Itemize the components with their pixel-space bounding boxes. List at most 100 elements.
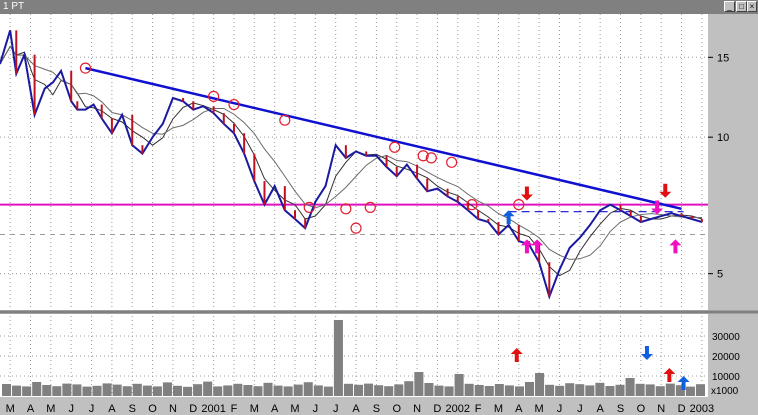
volume-bar: [152, 386, 162, 396]
volume-bar: [172, 385, 183, 396]
x-tick-label: J: [577, 403, 583, 415]
x-tick-label: J: [89, 403, 95, 415]
volume-bar: [253, 386, 263, 396]
volume-bar: [313, 385, 323, 396]
x-tick-label: S: [129, 403, 136, 415]
x-tick-label: J: [557, 403, 563, 415]
x-tick-label: J: [313, 403, 319, 415]
volume-bar: [142, 385, 152, 396]
x-tick-label: J: [68, 403, 74, 415]
x-tick-label: 2003: [690, 403, 714, 415]
volume-unit-label: x1000: [711, 386, 739, 397]
volume-bar: [52, 386, 62, 396]
volume-bar: [273, 385, 283, 396]
x-tick-label: S: [373, 403, 380, 415]
volume-bar: [655, 386, 665, 396]
volume-bar: [183, 386, 193, 396]
volume-bar: [384, 386, 394, 396]
volume-bar: [263, 382, 273, 396]
x-tick-label: D: [433, 403, 441, 415]
x-tick-label: N: [169, 403, 177, 415]
volume-bar: [575, 384, 585, 396]
volume-bar: [695, 384, 705, 396]
x-tick-label: A: [108, 403, 116, 415]
x-tick-label: 2002: [446, 403, 470, 415]
volume-bar: [82, 386, 92, 396]
volume-bar: [565, 383, 575, 396]
volume-bar: [333, 320, 343, 396]
volume-bar: [102, 383, 112, 396]
volume-bar: [524, 382, 535, 396]
volume-bar: [685, 386, 695, 396]
volume-bar: [283, 386, 293, 396]
x-tick-label: A: [352, 403, 360, 415]
volume-bar: [585, 385, 595, 396]
y-tick-label: 10: [717, 132, 729, 144]
volume-bar: [605, 386, 615, 396]
x-tick-label: A: [27, 403, 35, 415]
volume-bar: [595, 382, 605, 396]
volume-bar: [474, 385, 484, 396]
volume-bar: [92, 385, 102, 396]
volume-bar: [323, 386, 333, 396]
volume-bar: [193, 384, 203, 396]
volume-bar: [494, 384, 504, 396]
x-tick-label: J: [333, 403, 339, 415]
volume-bar: [213, 386, 223, 396]
y-tick-label: 5: [717, 269, 723, 281]
x-tick-label: F: [475, 403, 482, 415]
volume-tick-label: 10000: [712, 372, 740, 383]
volume-bar: [424, 383, 434, 396]
x-tick-label: 2001: [201, 403, 225, 415]
volume-bar: [615, 384, 625, 396]
volume-bar: [645, 384, 655, 396]
x-tick-label: O: [392, 403, 401, 415]
volume-bar: [32, 382, 42, 396]
x-tick-label: S: [617, 403, 624, 415]
volume-bar: [514, 386, 524, 396]
volume-bar: [343, 383, 353, 396]
x-tick-label: M: [6, 403, 15, 415]
volume-bar: [635, 383, 645, 396]
volume-bar: [364, 383, 374, 396]
volume-tick-label: 30000: [712, 332, 740, 343]
volume-bar: [122, 386, 132, 396]
volume-bar: [374, 385, 384, 396]
x-tick-label: D: [189, 403, 197, 415]
x-tick-label: M: [46, 403, 55, 415]
volume-bar: [434, 385, 444, 396]
x-tick-label: F: [231, 403, 238, 415]
volume-bar: [464, 383, 474, 396]
volume-bar: [132, 383, 142, 396]
volume-bar: [162, 382, 172, 396]
x-tick-label: A: [597, 403, 605, 415]
volume-tick-label: 20000: [712, 352, 740, 363]
volume-bar: [2, 384, 12, 396]
x-tick-label: A: [515, 403, 523, 415]
volume-bar: [414, 372, 424, 396]
volume-bar: [535, 373, 545, 396]
volume-bar: [404, 381, 414, 396]
volume-bar: [545, 384, 555, 396]
x-tick-label: M: [290, 403, 299, 415]
x-tick-label: M: [494, 403, 503, 415]
volume-bar: [354, 384, 364, 396]
x-tick-label: O: [637, 403, 646, 415]
price-axis-bg: [708, 14, 758, 310]
x-tick-label: O: [148, 403, 157, 415]
volume-bar: [223, 385, 233, 396]
volume-bar: [555, 385, 565, 396]
x-tick-label: N: [413, 403, 421, 415]
volume-bar: [243, 385, 253, 396]
x-tick-label: A: [271, 403, 279, 415]
y-tick-label: 15: [717, 52, 729, 64]
volume-bar: [62, 383, 72, 396]
volume-bar: [72, 384, 82, 396]
volume-bar: [454, 374, 464, 396]
volume-bar: [22, 386, 32, 396]
volume-bar: [504, 385, 514, 396]
x-tick-label: D: [678, 403, 686, 415]
volume-bar: [233, 383, 243, 396]
volume-bar: [293, 384, 303, 396]
volume-bar: [394, 384, 404, 396]
